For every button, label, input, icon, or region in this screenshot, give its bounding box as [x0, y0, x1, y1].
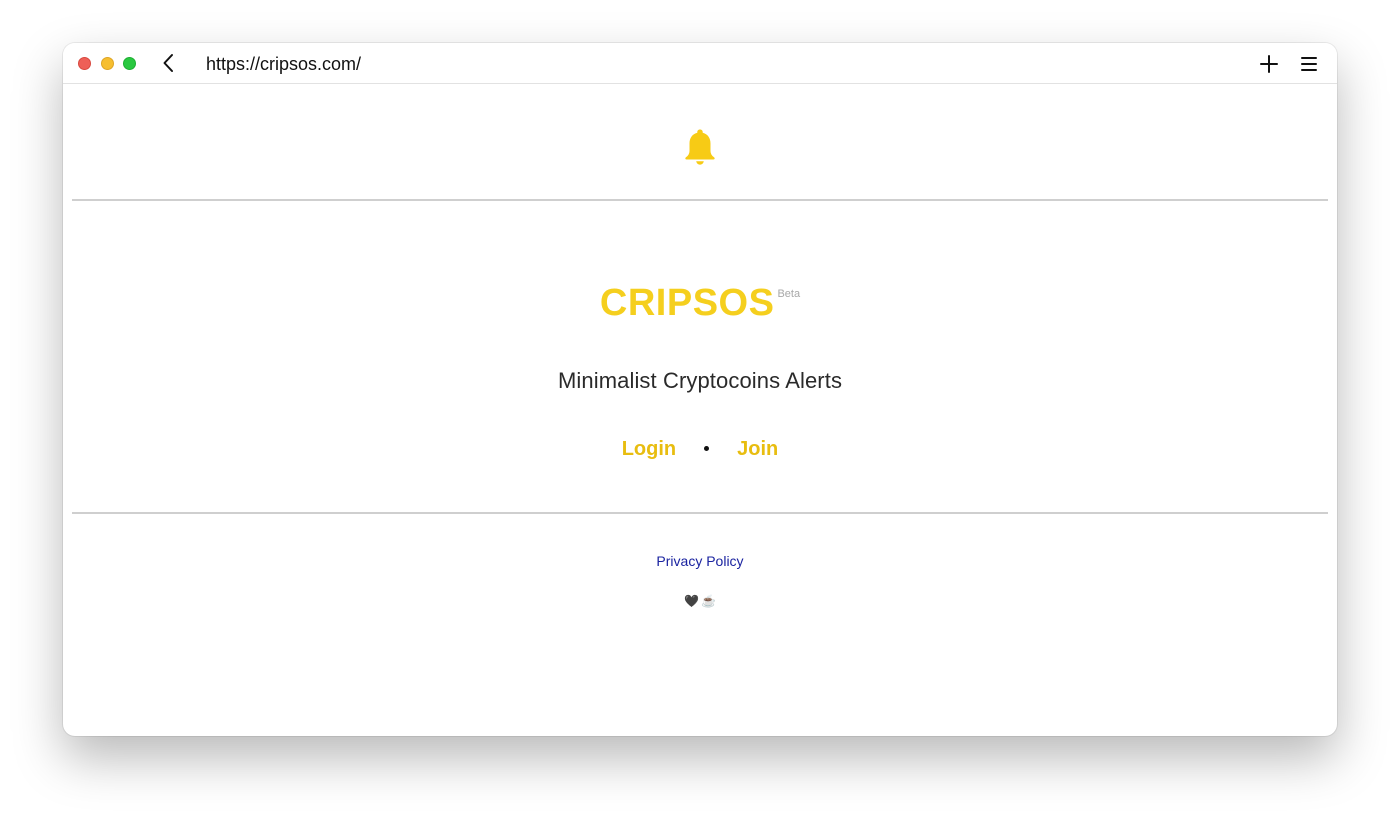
browser-window: https://cripsos.com/ CRIPSOS Beta Minimal…: [63, 43, 1337, 736]
chevron-left-icon: [163, 54, 173, 72]
auth-links: Login Join: [63, 436, 1337, 462]
brand-name: CRIPSOS: [599, 282, 775, 324]
privacy-section: Privacy Policy: [63, 553, 1337, 569]
address-bar[interactable]: https://cripsos.com/: [206, 53, 361, 75]
maximize-window-button[interactable]: [123, 57, 136, 70]
hamburger-icon: [1301, 57, 1317, 71]
brand-heading: CRIPSOS Beta: [63, 272, 1337, 333]
footer-icons: 🖤 ☕: [63, 593, 1337, 608]
privacy-policy-link[interactable]: Privacy Policy: [656, 553, 743, 569]
plus-icon: [1260, 55, 1278, 73]
header-divider: [72, 199, 1328, 201]
coffee-icon: ☕: [701, 593, 716, 608]
beta-badge: Beta: [777, 288, 801, 300]
footer-divider: [72, 512, 1328, 514]
join-link[interactable]: Join: [737, 438, 778, 460]
page-content: CRIPSOS Beta Minimalist Cryptocoins Alert…: [63, 84, 1337, 736]
browser-toolbar: https://cripsos.com/: [63, 43, 1337, 84]
new-tab-button[interactable]: [1258, 53, 1280, 75]
back-button[interactable]: [158, 52, 180, 74]
login-link[interactable]: Login: [622, 438, 676, 460]
bell-icon: [683, 128, 717, 166]
menu-button[interactable]: [1298, 53, 1320, 75]
minimize-window-button[interactable]: [101, 57, 114, 70]
close-window-button[interactable]: [78, 57, 91, 70]
heart-icon: 🖤: [684, 593, 699, 608]
tagline: Minimalist Cryptocoins Alerts: [557, 368, 843, 393]
separator-dot: [704, 446, 710, 452]
